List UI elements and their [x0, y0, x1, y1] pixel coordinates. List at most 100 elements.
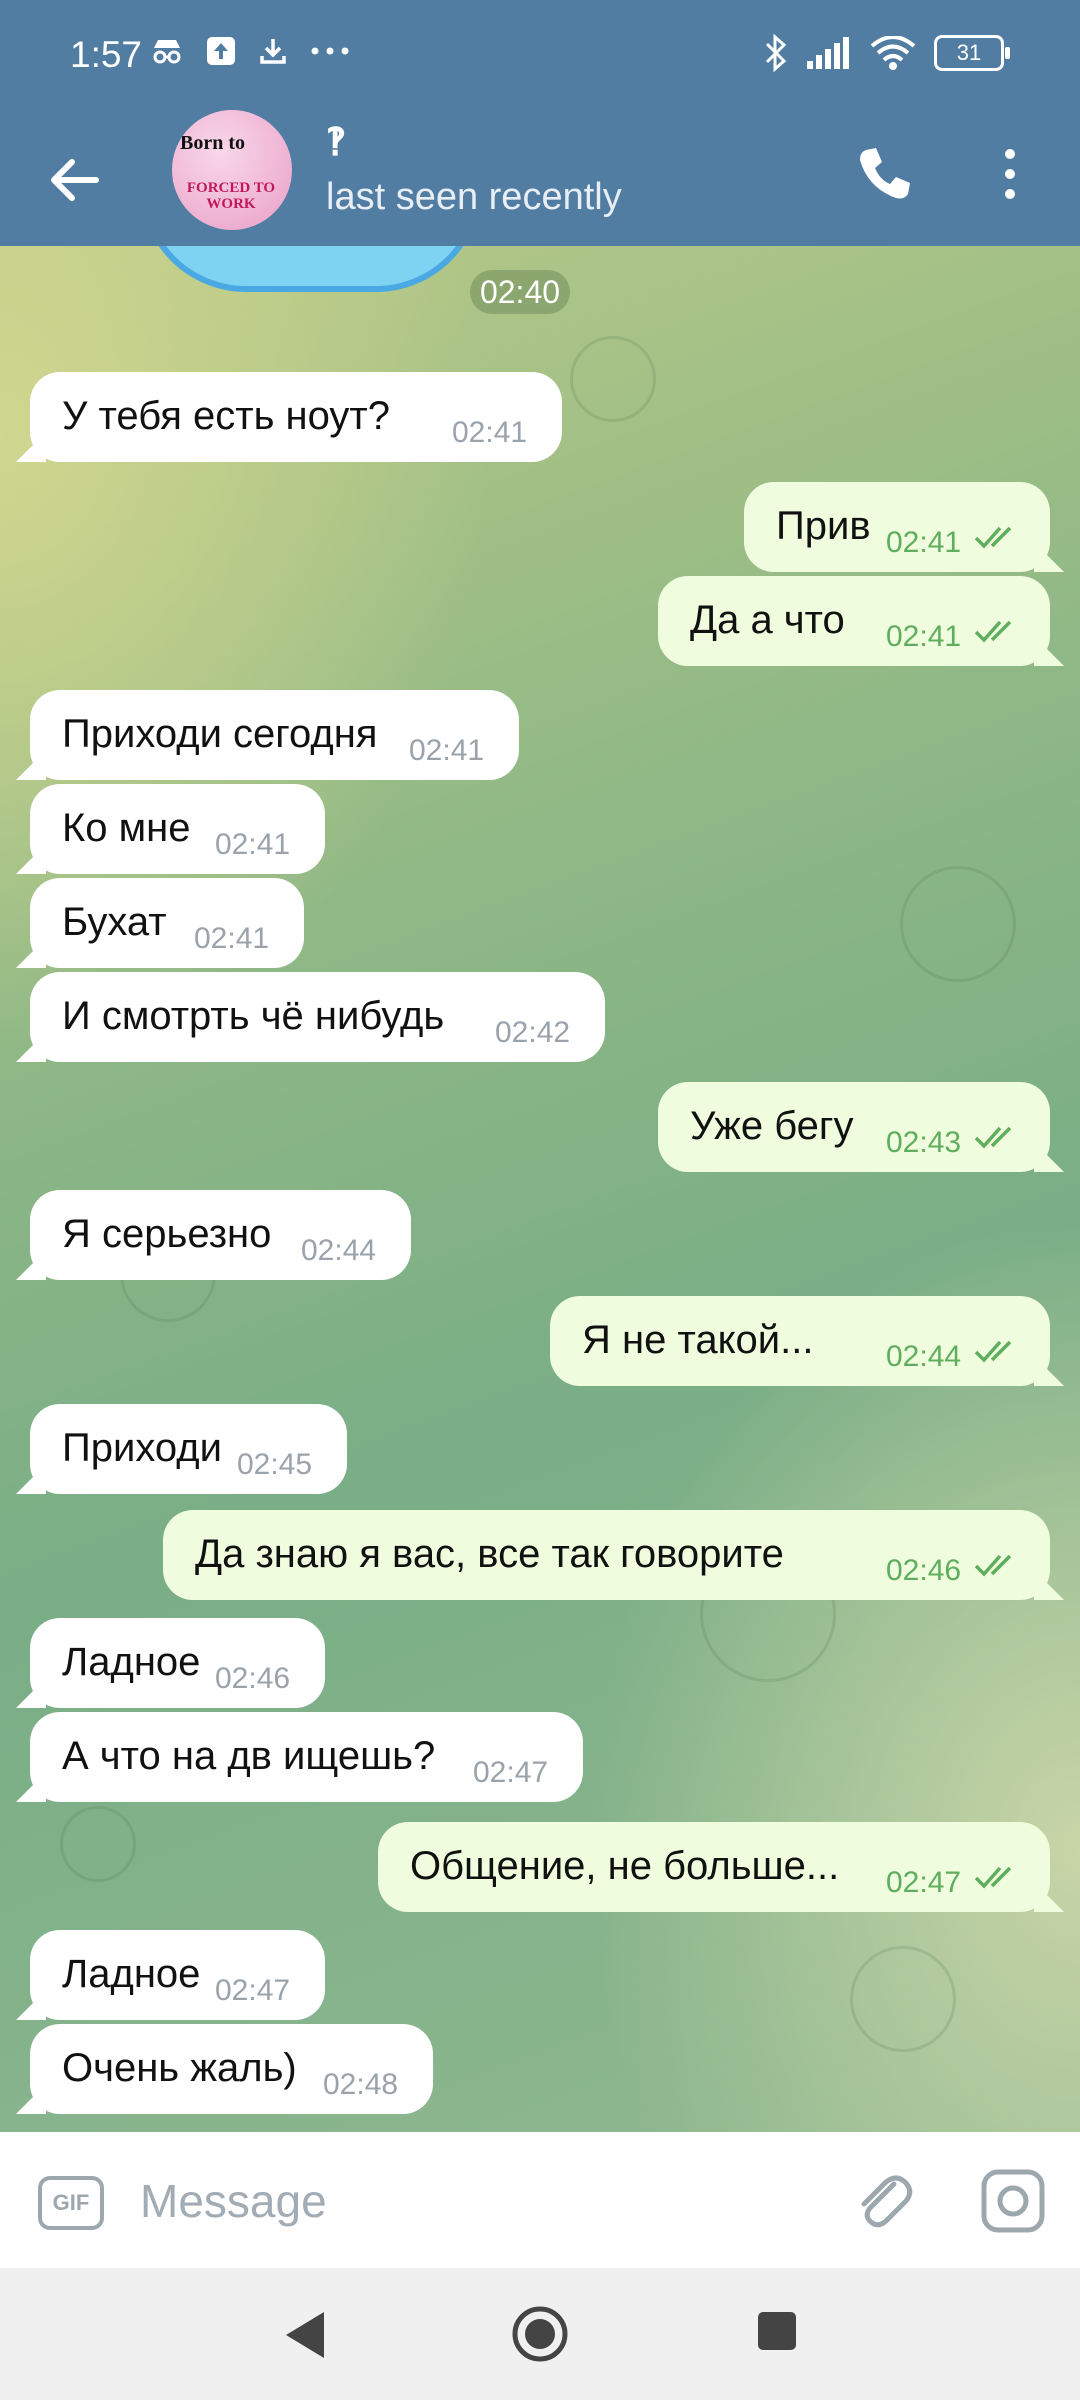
message-time: 02:41	[886, 620, 962, 653]
time-chip: 02:40	[470, 270, 570, 314]
message-time: 02:41	[452, 416, 528, 449]
gif-button[interactable]: GIF	[38, 2176, 104, 2230]
avatar-text-bottom: FORCED TO WORK	[186, 180, 276, 212]
incoming-message[interactable]: Бухат 02:41	[16, 878, 304, 968]
incoming-message[interactable]: Ладное 02:46	[16, 1618, 325, 1708]
bubble-tail	[16, 750, 46, 780]
outgoing-message[interactable]: Да а что 02:41	[658, 576, 1064, 666]
message-time: 02:44	[301, 1234, 377, 1267]
chat-header: Born to FORCED TO WORK ‽ last seen recen…	[0, 110, 1080, 246]
outgoing-message[interactable]: Я не такой... 02:44	[550, 1296, 1064, 1386]
paperclip-icon[interactable]	[850, 2166, 916, 2232]
incognito-icon	[153, 40, 181, 64]
bubble-tail	[1034, 542, 1064, 572]
message-time: 02:46	[886, 1554, 962, 1587]
incoming-message[interactable]: Ко мне 02:41	[16, 784, 325, 874]
status-icons-left	[150, 36, 350, 66]
nav-back-icon[interactable]	[280, 2308, 330, 2362]
message-input-bar: GIF	[0, 2132, 1080, 2268]
camera-icon[interactable]	[980, 2168, 1046, 2234]
message-text: Ко мне	[62, 806, 191, 850]
outgoing-message[interactable]: Общение, не больше... 02:47	[378, 1822, 1064, 1912]
chat-status: last seen recently	[326, 176, 622, 218]
incoming-message[interactable]: Приходи сегодня 02:41	[16, 690, 519, 780]
more-dots-icon	[311, 47, 349, 55]
message-text: А что на дв ищешь?	[62, 1734, 436, 1778]
background-doodle	[60, 1806, 136, 1882]
message-text: Прив	[776, 504, 871, 548]
message-time: 02:47	[886, 1866, 962, 1899]
bluetooth-icon	[765, 34, 787, 72]
background-doodle	[570, 336, 656, 422]
incoming-message[interactable]: А что на дв ищешь? 02:47	[16, 1712, 583, 1802]
message-time: 02:48	[323, 2068, 399, 2101]
message-text: Я не такой...	[582, 1318, 814, 1362]
bubble-tail	[16, 844, 46, 874]
bubble-tail	[16, 1032, 46, 1062]
message-text: Я серьезно	[62, 1212, 272, 1256]
bubble-tail	[16, 432, 46, 462]
chat-area[interactable]: 02:40 У тебя есть ноут? 02:41 Прив 02:41 Да …	[0, 246, 1080, 2132]
outgoing-message[interactable]: Да знаю я вас, все так говорите 02:46	[163, 1510, 1064, 1600]
more-menu-icon[interactable]	[990, 142, 1030, 206]
message-time: 02:41	[409, 734, 485, 767]
message-text: Уже бегу	[690, 1104, 854, 1148]
incoming-message[interactable]: У тебя есть ноут? 02:41	[16, 372, 562, 462]
message-time: 02:47	[473, 1756, 549, 1789]
bubble-tail	[16, 1250, 46, 1280]
outgoing-message[interactable]: Уже бегу 02:43	[658, 1082, 1064, 1172]
bubble-tail	[1034, 1142, 1064, 1172]
bubble-tail	[16, 1990, 46, 2020]
read-checkmarks-icon	[974, 620, 1012, 643]
message-text: Да знаю я вас, все так говорите	[195, 1532, 784, 1576]
message-text: У тебя есть ноут?	[62, 394, 390, 438]
background-doodle	[900, 866, 1016, 982]
bubble-tail	[16, 1772, 46, 1802]
phone-icon[interactable]	[852, 142, 916, 206]
bubble-tail	[16, 938, 46, 968]
status-bar: 1:57 31	[0, 0, 1080, 118]
avatar-text-top: Born to	[180, 132, 245, 154]
message-time: 02:41	[194, 922, 270, 955]
signal-icon	[807, 37, 849, 69]
status-icons-right: 31	[764, 34, 1010, 72]
read-checkmarks-icon	[974, 1340, 1012, 1363]
status-time: 1:57	[70, 34, 143, 75]
message-text: Ладное	[62, 1640, 201, 1684]
message-text: И смотрть чё нибудь	[62, 994, 445, 1038]
message-time: 02:46	[215, 1662, 291, 1695]
outgoing-message[interactable]: Прив 02:41	[744, 482, 1064, 572]
message-text: Приходи сегодня	[62, 712, 378, 756]
download-icon	[260, 39, 286, 64]
upload-icon	[207, 37, 235, 65]
incoming-message[interactable]: И смотрть чё нибудь 02:42	[16, 972, 605, 1062]
message-text: Приходи	[62, 1426, 222, 1470]
message-time: 02:41	[886, 526, 962, 559]
avatar[interactable]: Born to FORCED TO WORK	[172, 110, 292, 230]
message-time: 02:43	[886, 1126, 962, 1159]
bubble-tail	[1034, 1570, 1064, 1600]
incoming-message[interactable]: Приходи 02:45	[16, 1404, 347, 1494]
message-text: Бухат	[62, 900, 167, 944]
background-doodle	[850, 1946, 956, 2052]
nav-recents-icon[interactable]	[756, 2310, 798, 2352]
message-time: 02:42	[495, 1016, 571, 1049]
bubble-tail	[16, 1464, 46, 1494]
incoming-message[interactable]: Очень жаль) 02:48	[16, 2024, 433, 2114]
bubble-tail	[16, 2084, 46, 2114]
message-text: Очень жаль)	[62, 2046, 297, 2090]
bubble-tail	[1034, 1882, 1064, 1912]
wifi-icon	[870, 36, 916, 70]
message-time: 02:41	[215, 828, 291, 861]
previous-message-media[interactable]	[140, 246, 482, 292]
system-navigation-bar	[0, 2268, 1080, 2400]
incoming-message[interactable]: Я серьезно 02:44	[16, 1190, 411, 1280]
chat-name[interactable]: ‽	[326, 120, 346, 165]
back-arrow-icon[interactable]	[44, 148, 108, 212]
message-text: Да а что	[690, 598, 845, 642]
read-checkmarks-icon	[974, 1866, 1012, 1889]
message-input[interactable]	[138, 2162, 822, 2240]
nav-home-icon[interactable]	[510, 2304, 570, 2364]
read-checkmarks-icon	[974, 526, 1012, 549]
incoming-message[interactable]: Ладное 02:47	[16, 1930, 325, 2020]
